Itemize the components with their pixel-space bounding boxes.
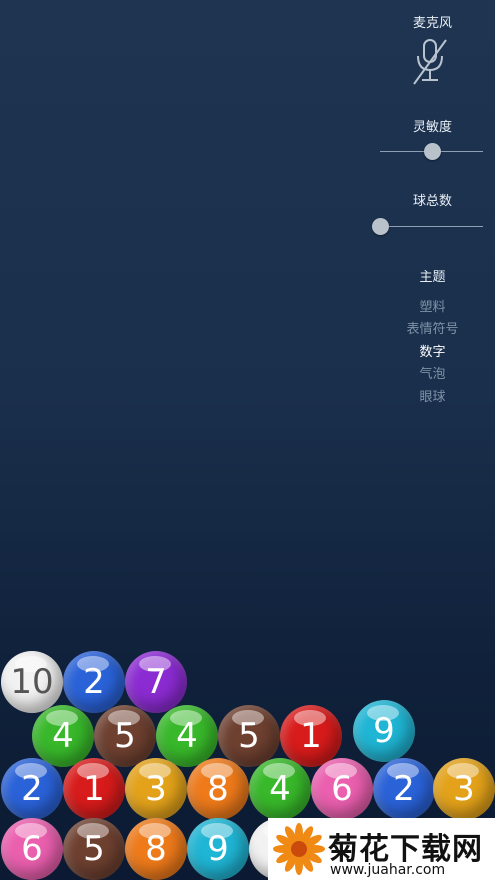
ball-number: 2 bbox=[83, 662, 105, 702]
watermark-url: www.juahar.com bbox=[330, 862, 446, 878]
theme-option-emoji[interactable]: 表情符号 bbox=[370, 318, 495, 337]
ball-number: 6 bbox=[21, 829, 43, 869]
ball-number: 4 bbox=[176, 716, 198, 756]
settings-panel: 麦克风 灵敏度 球总数 主题 塑料 表情符号 数字 气泡 眼球 bbox=[370, 0, 495, 420]
ball[interactable]: 3 bbox=[125, 758, 187, 820]
flower-logo-icon bbox=[273, 823, 325, 875]
ball[interactable]: 1 bbox=[63, 758, 125, 820]
ball[interactable]: 2 bbox=[373, 758, 435, 820]
ball[interactable]: 4 bbox=[32, 705, 94, 767]
sensitivity-thumb[interactable] bbox=[423, 143, 441, 160]
ball-number: 8 bbox=[145, 829, 167, 869]
sensitivity-label: 灵敏度 bbox=[412, 120, 452, 135]
ball-count-track bbox=[380, 226, 483, 227]
ball[interactable]: 5 bbox=[63, 818, 125, 880]
ball[interactable]: 9 bbox=[353, 700, 415, 762]
ball-number: 5 bbox=[114, 716, 136, 756]
ball-number: 10 bbox=[10, 662, 54, 702]
ball-number: 5 bbox=[83, 829, 105, 869]
ball-number: 8 bbox=[207, 769, 229, 809]
ball-number: 2 bbox=[393, 769, 415, 809]
ball-number: 4 bbox=[269, 769, 291, 809]
ball[interactable]: 9 bbox=[187, 818, 249, 880]
ball[interactable]: 5 bbox=[218, 705, 280, 767]
ball-count-slider[interactable] bbox=[372, 217, 483, 237]
watermark: 菊花下载网 www.juahar.com bbox=[268, 818, 495, 880]
ball[interactable]: 10 bbox=[1, 651, 63, 713]
ball[interactable]: 4 bbox=[156, 705, 218, 767]
theme-option-eyeballs[interactable]: 眼球 bbox=[370, 386, 495, 405]
ball-number: 4 bbox=[52, 716, 74, 756]
theme-option-plastic[interactable]: 塑料 bbox=[370, 296, 495, 315]
ball[interactable]: 8 bbox=[187, 758, 249, 820]
ball-number: 6 bbox=[331, 769, 353, 809]
sensitivity-slider[interactable] bbox=[380, 142, 483, 162]
microphone-muted-icon[interactable] bbox=[410, 36, 450, 88]
ball[interactable]: 5 bbox=[94, 705, 156, 767]
ball-count-label: 球总数 bbox=[412, 194, 452, 209]
theme-option-numbers[interactable]: 数字 bbox=[370, 341, 495, 360]
ball[interactable]: 1 bbox=[280, 705, 342, 767]
ball[interactable]: 8 bbox=[125, 818, 187, 880]
ball[interactable]: 2 bbox=[63, 651, 125, 713]
ball[interactable]: 6 bbox=[311, 758, 373, 820]
ball[interactable]: 4 bbox=[249, 758, 311, 820]
ball-number: 1 bbox=[300, 716, 322, 756]
ball-number: 9 bbox=[207, 829, 229, 869]
ball-number: 7 bbox=[145, 662, 167, 702]
theme-title: 主题 bbox=[419, 270, 446, 285]
ball[interactable]: 2 bbox=[1, 758, 63, 820]
ball[interactable]: 3 bbox=[433, 758, 495, 820]
ball[interactable]: 6 bbox=[1, 818, 63, 880]
ball-count-thumb[interactable] bbox=[372, 218, 389, 235]
ball-number: 3 bbox=[453, 769, 475, 809]
ball-number: 3 bbox=[145, 769, 167, 809]
microphone-label: 麦克风 bbox=[412, 16, 452, 31]
ball[interactable]: 7 bbox=[125, 651, 187, 713]
ball-number: 2 bbox=[21, 769, 43, 809]
ball-number: 9 bbox=[373, 711, 395, 751]
ball-number: 1 bbox=[83, 769, 105, 809]
ball-number: 5 bbox=[238, 716, 260, 756]
theme-option-bubbles[interactable]: 气泡 bbox=[370, 363, 495, 382]
